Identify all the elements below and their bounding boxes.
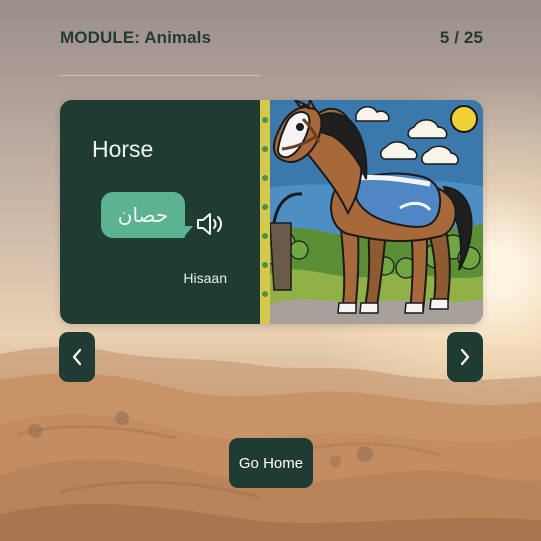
transliteration: Hisaan [183,270,227,286]
progress-counter: 5 / 25 [439,28,483,47]
previous-button[interactable] [59,332,95,382]
module-title: MODULE: Animals [60,28,212,47]
horse-illustration [260,100,483,324]
flashcard: Horse حصان Hisaan [60,100,483,324]
header-divider [60,75,260,76]
chevron-right-icon [460,348,470,366]
arabic-word-bubble: حصان [101,192,185,238]
bubble-tail [183,226,193,238]
card-text-panel: Horse حصان Hisaan [60,100,260,324]
english-word: Horse [92,136,154,162]
chevron-left-icon [72,348,82,366]
go-home-button[interactable]: Go Home [229,438,313,488]
arabic-word: حصان [117,203,169,227]
speaker-icon[interactable] [196,211,227,237]
next-button[interactable] [447,332,483,382]
module-header: MODULE: Animals 5 / 25 [60,28,483,50]
